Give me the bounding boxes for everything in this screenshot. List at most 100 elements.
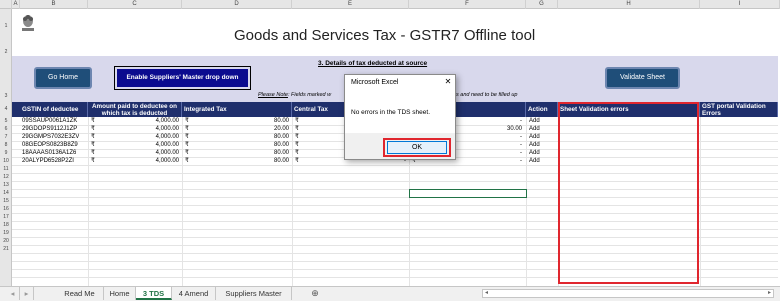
- cell-amount[interactable]: 4,000.00: [100, 157, 179, 165]
- cell-integrated[interactable]: 80.00: [195, 117, 289, 125]
- currency-symbol: ₹: [91, 118, 95, 124]
- go-home-button[interactable]: Go Home: [34, 67, 92, 89]
- currency-symbol: ₹: [185, 150, 189, 156]
- select-all-corner[interactable]: [0, 0, 12, 9]
- scroll-left-icon[interactable]: ◂: [6, 287, 20, 300]
- cell-amount[interactable]: 4,000.00: [100, 149, 179, 157]
- selected-cell[interactable]: [409, 189, 527, 198]
- close-icon[interactable]: ✕: [441, 76, 455, 88]
- header-amount: Amount paid to deductee on which tax is …: [88, 102, 182, 117]
- horizontal-scrollbar[interactable]: ◂ ▸: [482, 289, 774, 298]
- col-header-g[interactable]: G: [526, 0, 558, 9]
- currency-symbol: ₹: [295, 134, 299, 140]
- row-header[interactable]: 12: [0, 174, 12, 180]
- row-header[interactable]: 17: [0, 214, 12, 220]
- currency-symbol: ₹: [295, 142, 299, 148]
- cell-amount[interactable]: 4,000.00: [100, 125, 179, 133]
- note-text-right: s and need to be filled up: [456, 92, 518, 98]
- ok-button[interactable]: OK: [387, 141, 447, 154]
- scroll-left-arrow-icon[interactable]: ◂: [485, 290, 488, 297]
- col-header-f[interactable]: F: [409, 0, 526, 9]
- tab-suppliers-master[interactable]: Suppliers Master: [216, 287, 292, 300]
- row-header[interactable]: 14: [0, 190, 12, 196]
- col-header-a[interactable]: A: [12, 0, 20, 9]
- column-header-bar: A B C D E F G H I: [0, 0, 780, 9]
- note-text: : Fields marked w: [287, 92, 332, 98]
- note-label: Please Note: [258, 92, 288, 98]
- enable-suppliers-master-button[interactable]: Enable Suppliers' Master drop down: [114, 66, 251, 90]
- cell-integrated[interactable]: 20.00: [195, 125, 289, 133]
- currency-symbol: ₹: [295, 118, 299, 124]
- col-header-i[interactable]: I: [700, 0, 780, 9]
- currency-symbol: ₹: [91, 142, 95, 148]
- message-dialog: Microsoft Excel ✕ No errors in the TDS s…: [344, 74, 456, 160]
- cell-integrated[interactable]: 80.00: [195, 141, 289, 149]
- tab-4-amend[interactable]: 4 Amend: [172, 287, 216, 300]
- currency-symbol: ₹: [185, 118, 189, 124]
- cell-amount[interactable]: 4,000.00: [100, 141, 179, 149]
- dialog-message: No errors in the TDS sheet.: [351, 109, 430, 116]
- currency-symbol: ₹: [295, 126, 299, 132]
- cell-action[interactable]: Add: [529, 125, 540, 133]
- currency-symbol: ₹: [185, 134, 189, 140]
- cell-gstin[interactable]: 08GEOPS0823B8Z9: [22, 141, 78, 149]
- row-header[interactable]: 11: [0, 166, 12, 172]
- row-header[interactable]: 2: [0, 49, 12, 55]
- row-header[interactable]: 13: [0, 182, 12, 188]
- cell-integrated[interactable]: 80.00: [195, 149, 289, 157]
- header-portal-validation: GST portal Validation Errors: [700, 102, 778, 117]
- row-header[interactable]: 15: [0, 198, 12, 204]
- cell-action[interactable]: Add: [529, 157, 540, 165]
- currency-symbol: ₹: [91, 150, 95, 156]
- cell-amount[interactable]: 4,000.00: [100, 117, 179, 125]
- tab-read-me[interactable]: Read Me: [56, 287, 104, 300]
- col-header-e[interactable]: E: [292, 0, 409, 9]
- currency-symbol: ₹: [295, 158, 299, 164]
- col-header-b[interactable]: B: [20, 0, 88, 9]
- validate-sheet-button[interactable]: Validate Sheet: [605, 67, 680, 89]
- validation-errors-highlight: [558, 102, 699, 284]
- col-header-h[interactable]: H: [558, 0, 700, 9]
- section-title: 3. Details of tax deducted at source: [318, 60, 428, 67]
- row-header[interactable]: 4: [0, 106, 12, 112]
- currency-symbol: ₹: [295, 150, 299, 156]
- row-header[interactable]: 18: [0, 222, 12, 228]
- note-row: Please Note: Fields marked w: [258, 92, 331, 98]
- cell-gstin[interactable]: 29GGMPS7032E3ZV: [22, 133, 79, 141]
- cell-integrated[interactable]: 80.00: [195, 133, 289, 141]
- cell-gstin[interactable]: 29GDOPS9112J1ZP: [22, 125, 77, 133]
- sheet-tab-bar: ◂ ▸ Read Me Home 3 TDS 4 Amend Suppliers…: [0, 286, 780, 301]
- currency-symbol: ₹: [91, 126, 95, 132]
- row-header[interactable]: 21: [0, 246, 12, 252]
- emblem-icon: [20, 13, 36, 33]
- title-banner: Goods and Services Tax - GSTR7 Offline t…: [12, 9, 778, 56]
- cell-gstin[interactable]: 18AAAAS0136A1Z6: [22, 149, 76, 157]
- tab-home[interactable]: Home: [104, 287, 136, 300]
- cell-amount[interactable]: 4,000.00: [100, 133, 179, 141]
- col-header-c[interactable]: C: [88, 0, 182, 9]
- row-header[interactable]: 16: [0, 206, 12, 212]
- scroll-right-arrow-icon[interactable]: ▸: [768, 290, 771, 297]
- cell-integrated[interactable]: 80.00: [195, 157, 289, 165]
- add-sheet-icon[interactable]: ⊕: [306, 287, 324, 300]
- cell-action[interactable]: Add: [529, 149, 540, 157]
- cell-action[interactable]: Add: [529, 133, 540, 141]
- cell-action[interactable]: Add: [529, 117, 540, 125]
- header-gstin: GSTIN of deductee: [20, 102, 88, 117]
- row-header[interactable]: 20: [0, 238, 12, 244]
- currency-symbol: ₹: [91, 134, 95, 140]
- tab-3-tds[interactable]: 3 TDS: [136, 287, 172, 300]
- currency-symbol: ₹: [185, 142, 189, 148]
- currency-symbol: ₹: [185, 158, 189, 164]
- cell-gstin[interactable]: 20ALYPD6528P2ZI: [22, 157, 74, 165]
- row-header[interactable]: 3: [0, 93, 12, 99]
- cell-gstin[interactable]: 09SSAUP0061A1ZK: [22, 117, 77, 125]
- dialog-title: Microsoft Excel: [351, 79, 399, 86]
- col-header-d[interactable]: D: [182, 0, 292, 9]
- currency-symbol: ₹: [91, 158, 95, 164]
- row-header[interactable]: 19: [0, 230, 12, 236]
- row-header[interactable]: 1: [0, 23, 12, 29]
- scroll-right-icon[interactable]: ▸: [20, 287, 34, 300]
- cell-action[interactable]: Add: [529, 141, 540, 149]
- header-action: Action: [526, 102, 558, 117]
